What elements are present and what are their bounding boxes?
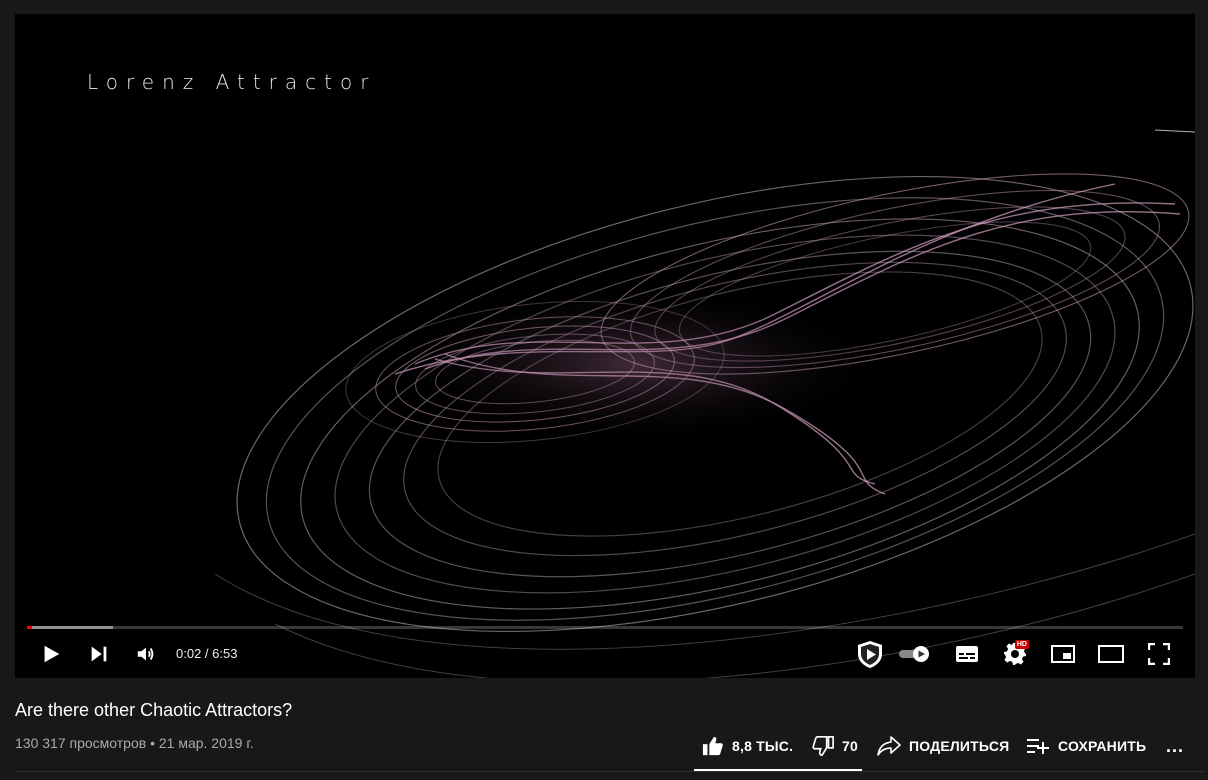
autoplay-toggle[interactable] — [897, 634, 933, 674]
divider — [15, 771, 1204, 772]
dislike-button[interactable]: 70 — [812, 730, 858, 762]
video-player[interactable]: Lorenz Attractor 0:02 / 6:53 HD — [15, 14, 1195, 678]
shield-play-icon — [858, 641, 882, 668]
fullscreen-button[interactable] — [1143, 634, 1175, 674]
video-actions: 8,8 ТЫС. 70 ПОДЕЛИТЬСЯ СОХРАНИТЬ ... — [694, 730, 1204, 762]
autoplay-toggle-icon — [899, 646, 929, 662]
video-meta: 130 317 просмотров • 21 мар. 2019 г. — [15, 735, 254, 751]
dislike-count: 70 — [842, 738, 858, 754]
theater-mode-icon — [1098, 645, 1124, 663]
video-frame-lorenz-attractor — [214, 129, 1195, 678]
like-count: 8,8 ТЫС. — [732, 738, 794, 754]
share-label: ПОДЕЛИТЬСЯ — [909, 738, 1010, 754]
skip-next-icon — [91, 646, 107, 662]
volume-icon — [137, 647, 154, 661]
theater-mode-button[interactable] — [1095, 634, 1127, 674]
fullscreen-icon — [1148, 643, 1170, 665]
hd-badge: HD — [1014, 640, 1029, 649]
video-title: Are there other Chaotic Attractors? — [15, 700, 293, 720]
settings-button[interactable]: HD — [999, 634, 1031, 674]
next-button[interactable] — [83, 634, 115, 674]
volume-button[interactable] — [130, 634, 162, 674]
progress-loaded — [27, 626, 113, 629]
thumbs-up-icon — [702, 736, 723, 756]
play-button[interactable] — [35, 634, 67, 674]
playlist-add-icon — [1027, 739, 1049, 754]
video-overlay-title: Lorenz Attractor — [87, 70, 377, 94]
share-icon — [877, 736, 901, 756]
share-button[interactable]: ПОДЕЛИТЬСЯ — [877, 730, 1009, 762]
save-button[interactable]: СОХРАНИТЬ — [1026, 730, 1146, 762]
miniplayer-icon — [1051, 645, 1075, 663]
player-controls: 0:02 / 6:53 HD — [15, 634, 1195, 674]
ad-shield-button[interactable] — [853, 634, 887, 674]
subtitles-button[interactable] — [951, 634, 983, 674]
progress-bar[interactable] — [27, 626, 1183, 629]
like-button[interactable]: 8,8 ТЫС. — [702, 730, 793, 762]
thumbs-down-icon — [812, 736, 834, 756]
save-label: СОХРАНИТЬ — [1058, 738, 1147, 754]
progress-played — [27, 626, 32, 629]
play-icon — [44, 645, 60, 663]
more-actions-button[interactable]: ... — [1166, 730, 1184, 762]
miniplayer-button[interactable] — [1047, 634, 1079, 674]
time-display: 0:02 / 6:53 — [176, 646, 238, 661]
subtitles-icon — [956, 646, 978, 662]
more-icon: ... — [1166, 735, 1185, 756]
